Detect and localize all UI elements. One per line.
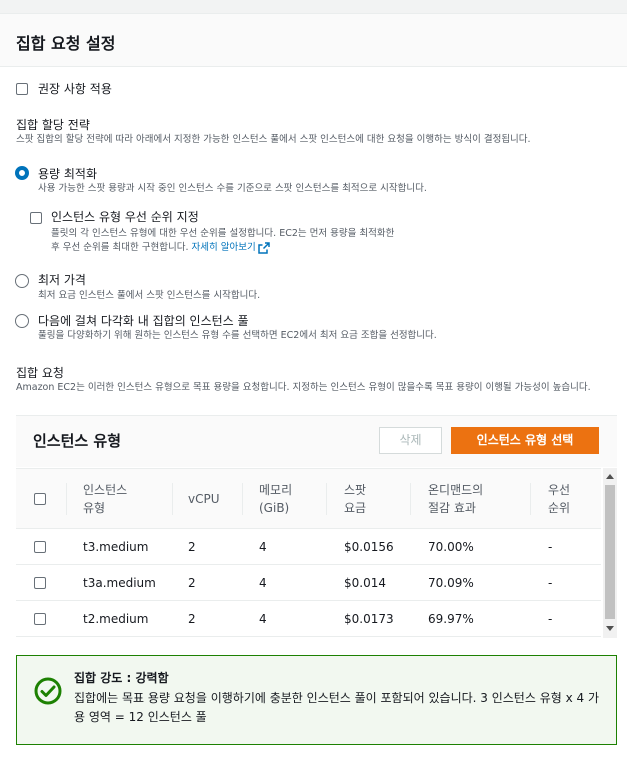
column-divider: [172, 483, 173, 515]
capacity-optimized-label: 용량 최적화: [38, 167, 98, 181]
priority-description-line1: 플릿의 각 인스턴스 유형에 대한 우선 순위를 설정합니다. EC2는 먼저 …: [51, 228, 395, 239]
cell-savings: 69.97%: [428, 612, 474, 626]
instance-types-panel: 인스턴스 유형 삭제 인스턴스 유형 선택 인스턴스 유형 vCPU 메모리 (Gi…: [16, 415, 617, 638]
cell-vcpu: 2: [188, 540, 196, 554]
external-link-icon: [257, 241, 270, 254]
lowest-price-description: 최저 요금 인스턴스 풀에서 스팟 인스턴스를 시작합니다.: [38, 290, 261, 301]
capacity-optimized-description: 사용 가능한 스팟 용량과 시작 중인 인스턴스 수를 기준으로 스팟 인스턴스…: [38, 183, 427, 194]
section-title: 집합 요청 설정: [16, 34, 116, 53]
cell-priority: -: [548, 576, 553, 590]
success-check-icon: [34, 677, 62, 705]
alert-title: 집합 강도 : 강력함: [74, 671, 169, 685]
row-checkbox[interactable]: [34, 613, 46, 625]
column-header-savings[interactable]: 온디맨드의 절감 효과: [428, 481, 483, 517]
cell-vcpu: 2: [188, 612, 196, 626]
cell-spot-price: $0.014: [344, 576, 386, 590]
table-row[interactable]: t2.medium 2 4 $0.0173 69.97% -: [16, 601, 601, 637]
column-divider: [326, 483, 327, 515]
table-header: 인스턴스 유형 vCPU 메모리 (GiB) 스팟 요금 온디맨드의 절감 효과 우선 순…: [16, 468, 601, 529]
lowest-price-label: 최저 가격: [38, 273, 86, 287]
allocation-strategy-title: 집합 할당 전략: [16, 118, 90, 132]
fleet-strength-alert: 집합 강도 : 강력함 집합에는 목표 용량 요청을 이행하기에 충분한 인스턴…: [16, 655, 617, 745]
apply-recommendations-checkbox[interactable]: [16, 83, 28, 95]
cell-savings: 70.09%: [428, 576, 474, 590]
learn-more-link[interactable]: 자세히 알아보기: [192, 242, 256, 253]
fleet-request-title: 집합 요청: [16, 366, 64, 380]
column-divider: [242, 483, 243, 515]
cell-memory: 4: [259, 612, 267, 626]
capacity-optimized-radio[interactable]: [15, 166, 29, 180]
allocation-strategy-description: 스팟 집합의 할당 전략에 따라 아래에서 지정한 가능한 인스턴스 풀에서 스…: [16, 134, 531, 145]
cell-memory: 4: [259, 540, 267, 554]
diversified-radio[interactable]: [15, 314, 29, 328]
table-row[interactable]: t3.medium 2 4 $0.0156 70.00% -: [16, 529, 601, 565]
cell-spot-price: $0.0173: [344, 612, 394, 626]
column-divider: [66, 483, 67, 515]
row-checkbox[interactable]: [34, 541, 46, 553]
column-divider: [530, 483, 531, 515]
diversified-description: 풀링을 다양화하기 위해 원하는 인스턴스 유형 수를 선택하면 EC2에서 최…: [38, 330, 437, 341]
table-scrollbar[interactable]: [603, 468, 617, 638]
select-all-checkbox[interactable]: [34, 493, 46, 505]
column-header-spot-price[interactable]: 스팟 요금: [344, 481, 366, 517]
column-header-memory[interactable]: 메모리 (GiB): [259, 481, 292, 517]
scroll-thumb[interactable]: [605, 485, 615, 619]
section-header: 집합 요청 설정: [0, 14, 627, 67]
select-instance-types-button[interactable]: 인스턴스 유형 선택: [451, 427, 599, 454]
alert-text: 집합에는 목표 용량 요청을 이행하기에 충분한 인스턴스 풀이 포함되어 있습…: [74, 691, 600, 724]
priority-label: 인스턴스 유형 우선 순위 지정: [51, 210, 199, 224]
cell-instance-type: t3.medium: [83, 540, 149, 554]
column-divider: [410, 483, 411, 515]
priority-description-line2: 후 우선 순위를 최대한 구현합니다. 자세히 알아보기: [51, 241, 591, 254]
scroll-up-icon[interactable]: [606, 474, 614, 479]
column-header-vcpu[interactable]: vCPU: [188, 490, 220, 508]
cell-memory: 4: [259, 576, 267, 590]
apply-recommendations-label: 권장 사항 적용: [38, 82, 112, 96]
scroll-down-icon[interactable]: [606, 626, 614, 631]
top-strip: [0, 0, 627, 14]
column-header-priority[interactable]: 우선 순위: [548, 481, 570, 517]
cell-priority: -: [548, 540, 553, 554]
delete-button[interactable]: 삭제: [379, 427, 442, 454]
cell-instance-type: t3a.medium: [83, 576, 156, 590]
diversified-label: 다음에 걸쳐 다각화 내 집합의 인스턴스 풀: [38, 314, 249, 328]
cell-instance-type: t2.medium: [83, 612, 149, 626]
priority-checkbox[interactable]: [30, 212, 42, 224]
lowest-price-radio[interactable]: [15, 274, 29, 288]
table-row[interactable]: t3a.medium 2 4 $0.014 70.09% -: [16, 565, 601, 601]
panel-title: 인스턴스 유형: [33, 432, 122, 450]
column-header-instance-type[interactable]: 인스턴스 유형: [83, 481, 127, 517]
panel-header: 인스턴스 유형 삭제 인스턴스 유형 선택: [16, 416, 617, 467]
cell-priority: -: [548, 612, 553, 626]
fleet-request-description: Amazon EC2는 이러한 인스턴스 유형으로 목표 용량을 요청합니다. …: [16, 382, 591, 393]
row-checkbox[interactable]: [34, 577, 46, 589]
cell-vcpu: 2: [188, 576, 196, 590]
cell-savings: 70.00%: [428, 540, 474, 554]
cell-spot-price: $0.0156: [344, 540, 394, 554]
